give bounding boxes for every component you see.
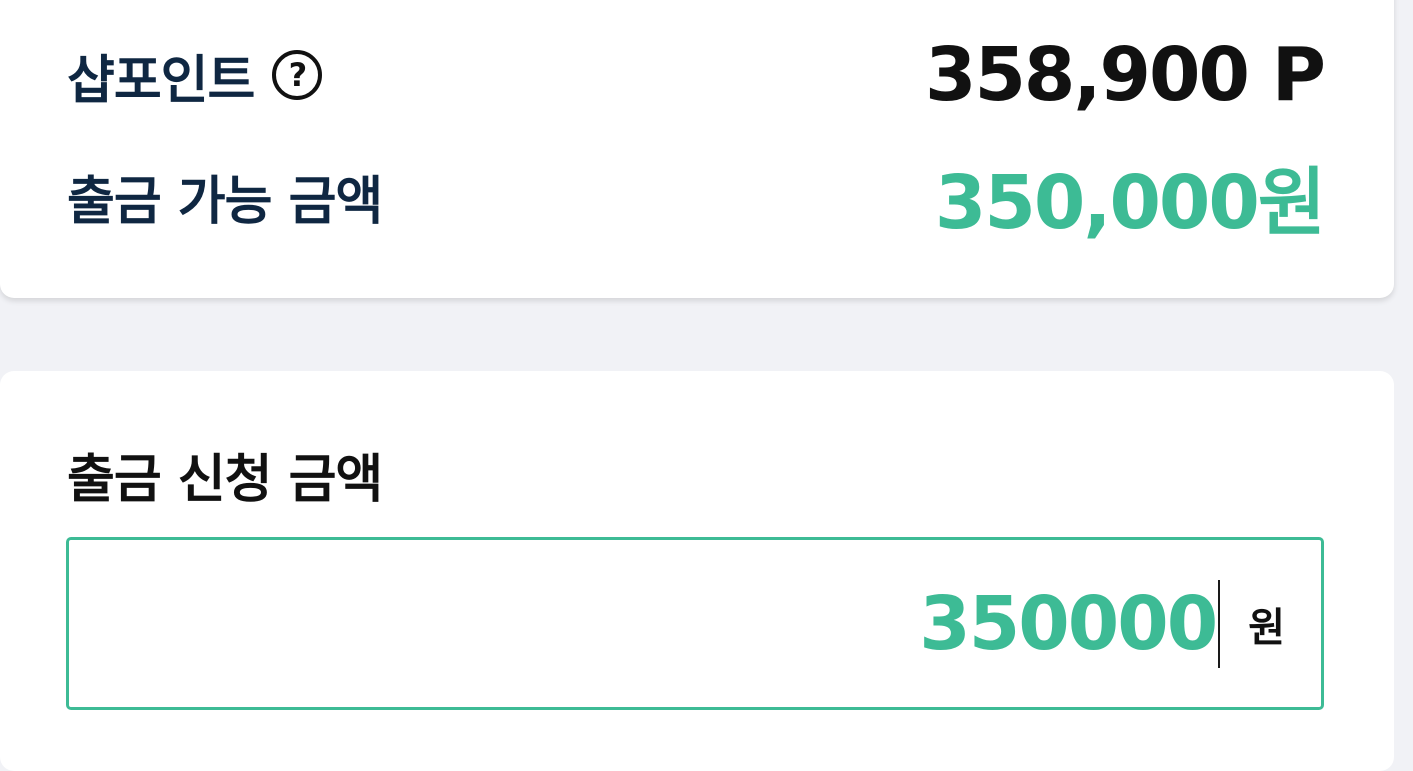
points-label: 샵포인트 [67, 50, 255, 111]
available-label: 출금 가능 금액 [67, 171, 383, 232]
points-row: 샵포인트 ? 358,900 P [67, 32, 1326, 118]
points-label-group: 샵포인트 ? [67, 38, 323, 113]
balance-card: 샵포인트 ? 358,900 P 출금 가능 금액 350,000원 [0, 0, 1394, 298]
help-icon[interactable]: ? [272, 50, 323, 100]
amount-unit-label: 원 [1248, 604, 1285, 651]
request-amount-input[interactable]: 350000 [919, 579, 1221, 668]
available-row: 출금 가능 금액 350,000원 [67, 156, 1326, 246]
withdraw-request-card: 출금 신청 금액 350000 원 [0, 371, 1394, 771]
points-value: 358,900 P [924, 32, 1326, 118]
request-amount-field[interactable]: 350000 원 [66, 537, 1324, 710]
available-value: 350,000원 [934, 159, 1326, 246]
request-amount-label: 출금 신청 금액 [67, 450, 383, 510]
